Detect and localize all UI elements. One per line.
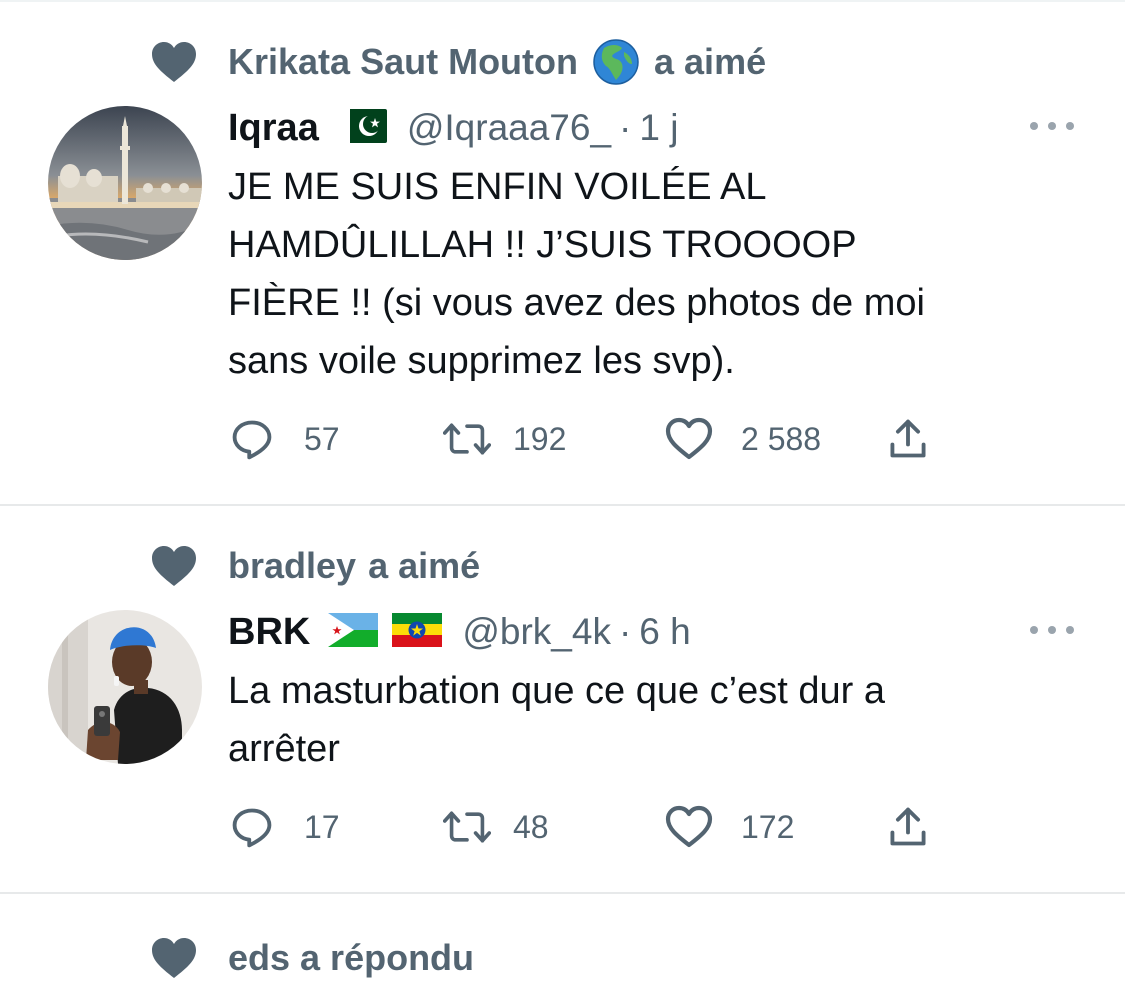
heart-filled-icon <box>150 544 198 588</box>
retweet-button[interactable]: 192 <box>443 415 566 463</box>
reply-icon <box>228 415 276 463</box>
pakistan-flag-icon <box>336 109 387 143</box>
like-count: 172 <box>741 808 795 845</box>
separator-dot: · <box>619 107 632 148</box>
ethiopia-flag-icon <box>392 613 443 647</box>
retweet-count: 48 <box>513 808 549 845</box>
avatar[interactable] <box>48 106 202 260</box>
earth-globe-icon <box>592 38 640 86</box>
retweet-icon <box>443 803 491 851</box>
share-icon <box>884 415 932 463</box>
share-icon <box>884 803 932 851</box>
tweet[interactable]: bradley a aimé BRK @brk_4k · 6 h La mast… <box>0 506 1125 892</box>
heart-outline-icon <box>665 803 713 851</box>
reply-button[interactable]: 17 <box>228 803 340 851</box>
retweet-icon <box>443 415 491 463</box>
retweet-count: 192 <box>513 420 567 457</box>
heart-outline-icon <box>665 415 713 463</box>
more-options-icon[interactable] <box>1030 624 1074 636</box>
djibouti-flag-icon <box>328 613 379 647</box>
social-context: Krikata Saut Mouton a aimé <box>150 38 767 86</box>
social-user-name[interactable]: Krikata Saut Mouton <box>228 41 578 83</box>
tweet-header: Iqraa @Iqraaa76_ · 1 j <box>228 100 678 156</box>
social-action: a aimé <box>654 41 767 82</box>
author-handle[interactable]: @Iqraaa76_ <box>407 107 611 149</box>
like-button[interactable]: 2 588 <box>665 415 821 463</box>
like-count: 2 588 <box>741 420 822 457</box>
reply-count: 57 <box>304 420 340 457</box>
next-tweet-social-context: eds a répondu <box>150 928 474 988</box>
separator-dot: · <box>618 611 632 652</box>
social-context: bradley a aimé <box>150 544 480 588</box>
retweet-button[interactable]: 48 <box>443 803 549 851</box>
author-handle[interactable]: @brk_4k <box>462 611 611 653</box>
share-button[interactable] <box>884 415 932 463</box>
avatar[interactable] <box>48 610 202 764</box>
reply-icon <box>228 803 276 851</box>
next-tweet-social-label: eds a répondu <box>228 937 475 978</box>
reply-count: 17 <box>304 808 340 845</box>
reply-button[interactable]: 57 <box>228 415 340 463</box>
like-button[interactable]: 172 <box>665 803 794 851</box>
timestamp[interactable]: 6 h <box>639 611 690 653</box>
tweet[interactable]: Krikata Saut Mouton a aimé Iqraa @Iqraaa… <box>0 0 1125 504</box>
timestamp[interactable]: 1 j <box>639 107 678 149</box>
author-name[interactable]: Iqraa <box>228 107 319 150</box>
more-options-icon[interactable] <box>1030 120 1074 132</box>
reply-indicator-icon <box>150 936 198 980</box>
heart-filled-icon <box>150 40 198 84</box>
social-action: a aimé <box>368 545 481 586</box>
share-button[interactable] <box>884 803 932 851</box>
tweet-text: JE ME SUIS ENFIN VOILÉE AL HAMDÛLILLAH !… <box>228 166 925 382</box>
tweet-header: BRK @brk_4k · 6 h <box>228 604 691 660</box>
social-user-name[interactable]: bradley <box>228 545 356 587</box>
tweet-text: La masturbation que ce que c’est dur a a… <box>228 670 885 770</box>
author-name[interactable]: BRK <box>228 611 310 654</box>
tweet-divider <box>0 892 1125 894</box>
